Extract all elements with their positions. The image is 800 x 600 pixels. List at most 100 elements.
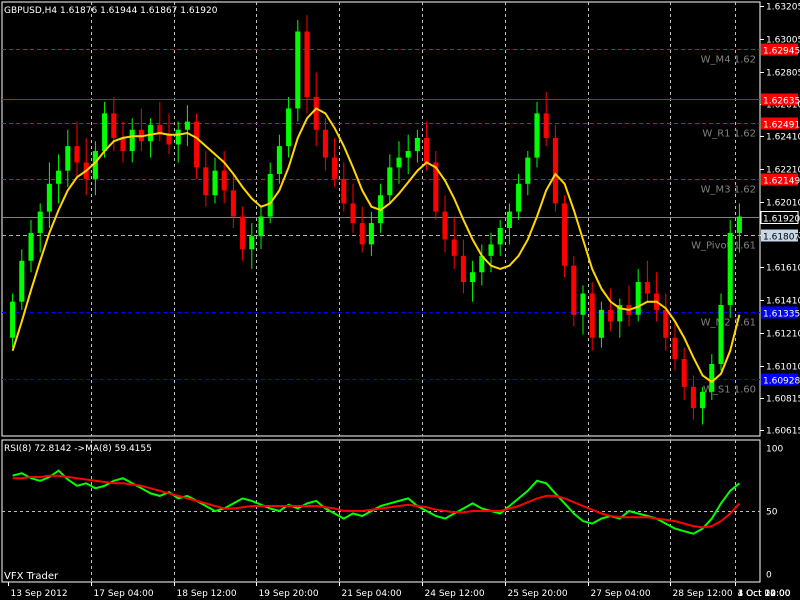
candle-bear <box>111 113 117 138</box>
candle-bear <box>451 239 457 256</box>
candle-bull <box>598 309 604 338</box>
candle-bull <box>212 170 218 196</box>
candle-bull <box>37 211 43 233</box>
candle-bull <box>276 146 282 174</box>
candle-bear <box>571 265 577 315</box>
level-price-tag-text: 1.61807 <box>763 233 800 243</box>
candle-bull <box>368 223 374 245</box>
time-label: 21 Sep 04:00 <box>342 589 402 599</box>
price-tick-label: 1.61610 <box>766 264 800 274</box>
candle-bear <box>332 157 338 179</box>
candle-bull <box>267 173 273 217</box>
rsi-axis-label: 100 <box>766 445 783 455</box>
time-label: 25 Sep 20:00 <box>508 589 568 599</box>
candle-bull <box>184 121 190 130</box>
candle-bull <box>405 151 411 158</box>
candle-bull <box>580 293 586 315</box>
candle-bear <box>424 137 430 163</box>
candle-bull <box>56 170 62 184</box>
candle-bull <box>414 137 420 152</box>
candle-bear <box>690 386 696 409</box>
candle-bear <box>359 223 365 245</box>
candle-bear <box>543 113 549 138</box>
candle-bear <box>313 96 319 130</box>
candle-bull <box>10 301 16 338</box>
time-label: 24 Sep 12:00 <box>425 589 485 599</box>
time-label: 19 Sep 20:00 <box>259 589 319 599</box>
candle-bear <box>552 137 558 204</box>
candle-bear <box>322 129 328 158</box>
rsi-axis-label: 50 <box>766 508 778 518</box>
candle-bear <box>230 190 236 217</box>
candle-bull <box>727 232 733 305</box>
candle-bear <box>221 170 227 191</box>
price-tick-label: 1.60815 <box>766 395 800 405</box>
candle-bull <box>129 129 135 152</box>
time-label: 13 Sep 2012 <box>11 589 68 599</box>
chart-background <box>0 0 800 600</box>
candle-bull <box>516 183 522 212</box>
rsi-label: RSI(8) 72.8142 ->MA(8) 59.4155 <box>4 444 152 454</box>
candle-bear <box>166 134 172 145</box>
candle-bear <box>74 146 80 163</box>
candle-bull <box>497 228 503 245</box>
candle-bull <box>46 183 52 212</box>
candle-bear <box>304 31 310 97</box>
candle-bear <box>120 137 126 152</box>
level-label: W_M4 1.62 <box>701 55 756 66</box>
time-label: 27 Sep 04:00 <box>591 589 651 599</box>
candle-bull <box>635 282 641 315</box>
level-label: W_M2 1.61 <box>701 318 756 329</box>
candle-bear <box>644 282 650 294</box>
time-label: 28 Sep 12:00 <box>673 589 733 599</box>
candle-bull <box>534 113 540 158</box>
candle-bear <box>240 216 246 250</box>
time-label: 4 Oct 12:00 <box>738 589 791 599</box>
candle-bear <box>672 337 678 360</box>
candle-bull <box>387 167 393 196</box>
candle-bear <box>663 309 669 338</box>
level-label: W_Pivot 1.61 <box>691 241 756 252</box>
chart-window[interactable]: 1.632051.630051.628051.626101.624101.622… <box>0 0 800 600</box>
level-label: W_M3 1.62 <box>701 185 756 196</box>
time-label: 18 Sep 12:00 <box>177 589 237 599</box>
level-label: W_R1 1.62 <box>702 129 756 140</box>
price-tick-label: 1.62410 <box>766 133 800 143</box>
level-price-tag-text: 1.62149 <box>763 177 800 187</box>
price-tick-label: 1.60615 <box>766 427 800 437</box>
level-price-tag-text: 1.62491 <box>763 121 800 131</box>
candle-bull <box>718 304 724 364</box>
candle-bull <box>286 108 292 147</box>
level-price-tag-text: 1.62945 <box>763 47 800 57</box>
candle-bull <box>28 232 34 261</box>
price-tick-label: 1.61210 <box>766 330 800 340</box>
candle-bull <box>19 260 25 302</box>
candle-bull <box>700 391 706 409</box>
level-price-tag-text: 1.62635 <box>763 97 800 107</box>
current-price-tag-text: 1.61920 <box>763 215 800 225</box>
candle-bear <box>203 167 209 196</box>
candle-bull <box>709 363 715 392</box>
candle-bull <box>396 157 402 168</box>
candle-bull <box>148 124 154 142</box>
candle-bull <box>295 31 301 109</box>
level-price-tag-text: 1.61335 <box>763 310 800 320</box>
level-price-tag-text: 1.60928 <box>763 377 800 387</box>
candle-bear <box>608 309 614 322</box>
price-tick-label: 1.62010 <box>766 199 800 209</box>
candle-bull <box>65 146 71 171</box>
candle-bull <box>249 236 255 250</box>
candle-bull <box>506 211 512 229</box>
candle-bull <box>175 129 181 145</box>
candle-bear <box>341 178 347 204</box>
time-label: 17 Sep 04:00 <box>94 589 154 599</box>
candle-bear <box>442 211 448 240</box>
candle-bear <box>350 203 356 224</box>
price-tick-label: 1.61410 <box>766 297 800 307</box>
candle-bear <box>681 359 687 387</box>
rsi-axis-label: 0 <box>766 571 772 581</box>
candle-bear <box>589 293 595 338</box>
symbol-info: GBPUSD,H4 1.61876 1.61944 1.61867 1.6192… <box>4 6 218 16</box>
candle-bear <box>562 203 568 266</box>
candle-bull <box>258 216 264 237</box>
